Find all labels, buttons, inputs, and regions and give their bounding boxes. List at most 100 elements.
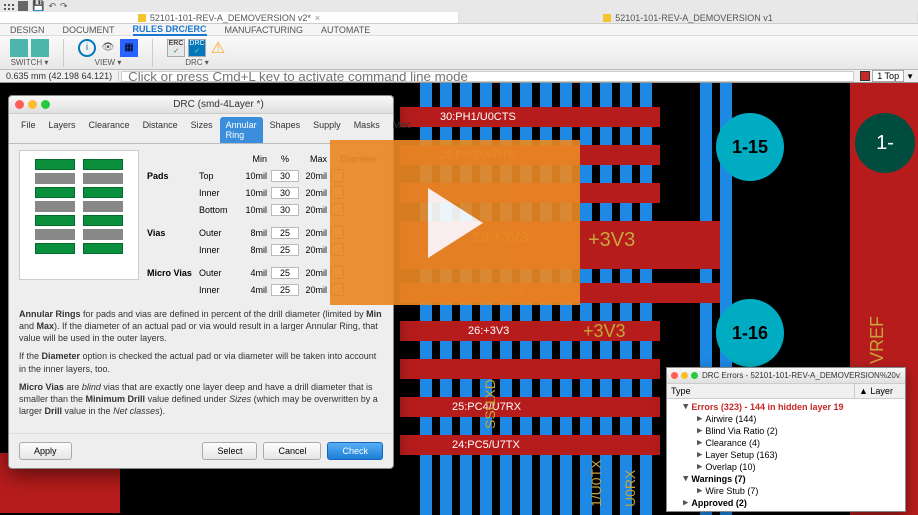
warn-icon[interactable]: ⚠ — [209, 39, 227, 57]
switch-label[interactable]: SWITCH ▾ — [11, 58, 49, 67]
switch-icon-2[interactable] — [31, 39, 49, 57]
tree-layersetup[interactable]: ▶Layer Setup (163) — [671, 449, 901, 461]
close-icon[interactable] — [671, 372, 678, 379]
via-label: 1-15 — [732, 137, 768, 158]
min-field[interactable]: 4mil — [239, 285, 271, 295]
doc-icon — [603, 14, 611, 22]
tree-clearance[interactable]: ▶Clearance (4) — [671, 437, 901, 449]
net-label: 24:PC5/U7TX — [452, 439, 520, 451]
col-layer[interactable]: ▲ Layer — [855, 384, 905, 398]
min-field[interactable]: 4mil — [239, 268, 271, 278]
eye-icon[interactable]: 👁 — [99, 39, 117, 57]
select-button[interactable]: Select — [202, 442, 257, 460]
min-field[interactable]: 10mil — [239, 205, 271, 215]
coordinates: 0.635 mm (42.198 64.121) — [0, 71, 119, 81]
max-field[interactable]: 20mil — [299, 285, 331, 295]
max-field[interactable]: 20mil — [299, 205, 331, 215]
pct-field[interactable] — [271, 204, 299, 216]
view-label[interactable]: VIEW ▾ — [95, 58, 122, 67]
switch-icon-1[interactable] — [10, 39, 28, 57]
net-label: VREF — [867, 316, 888, 364]
net-label: SSI1XD — [482, 379, 498, 429]
ribbon-tab-document[interactable]: DOCUMENT — [63, 25, 115, 35]
min-field[interactable]: 8mil — [239, 245, 271, 255]
drc-tab-layers[interactable]: Layers — [43, 117, 82, 143]
pct-field[interactable] — [271, 284, 299, 296]
pct-field[interactable] — [271, 187, 299, 199]
net-label: +3V3 — [583, 321, 626, 342]
tree-warnings[interactable]: ▼Warnings (7) — [671, 473, 901, 485]
layer-swatch[interactable] — [860, 71, 870, 81]
pct-field[interactable] — [271, 170, 299, 182]
minimize-icon[interactable] — [28, 100, 37, 109]
play-icon — [428, 188, 483, 258]
tree-errors[interactable]: ▼Errors (323) - 144 in hidden layer 19 — [671, 401, 901, 413]
tool-icon[interactable] — [18, 1, 28, 11]
command-line[interactable] — [121, 71, 854, 82]
apply-button[interactable]: Apply — [19, 442, 72, 460]
drc-tab-shapes[interactable]: Shapes — [264, 117, 307, 143]
play-button[interactable] — [330, 140, 580, 305]
tree-airwire[interactable]: ▶Airwire (144) — [671, 413, 901, 425]
col-type[interactable]: Type — [667, 384, 855, 398]
dialog-title: DRC (smd-4Layer *) — [50, 99, 387, 110]
chevron-down-icon[interactable]: ▼ — [906, 72, 914, 81]
errors-panel: DRC Errors - 52101-101-REV-A_DEMOVERSION… — [666, 367, 906, 512]
close-icon[interactable] — [15, 100, 24, 109]
ribbon-tab-manufacturing[interactable]: MANUFACTURING — [225, 25, 304, 35]
drc-tab-distance[interactable]: Distance — [137, 117, 184, 143]
max-field[interactable]: 20mil — [299, 268, 331, 278]
min-field[interactable]: 10mil — [239, 188, 271, 198]
drc-tab-file[interactable]: File — [15, 117, 42, 143]
pct-field[interactable] — [271, 267, 299, 279]
min-field[interactable]: 8mil — [239, 228, 271, 238]
min-field[interactable]: 10mil — [239, 171, 271, 181]
drc-tab-annular[interactable]: Annular Ring — [220, 117, 263, 143]
net-label: 1/U0TX — [588, 460, 604, 507]
annular-diagram — [19, 150, 139, 280]
check-button[interactable]: Check — [327, 442, 383, 460]
net-label: +3V3 — [588, 229, 635, 252]
via-label: 1- — [876, 132, 894, 155]
doc-tab-label: 52101-101-REV-A_DEMOVERSION v2* — [150, 13, 311, 23]
tree-blind[interactable]: ▶Blind Via Ratio (2) — [671, 425, 901, 437]
pct-field[interactable] — [271, 244, 299, 256]
layer-select[interactable]: 1 Top — [872, 70, 904, 82]
ribbon-tab-automate[interactable]: AUTOMATE — [321, 25, 370, 35]
redo-icon[interactable]: ↷ — [60, 1, 68, 12]
panel-title: DRC Errors - 52101-101-REV-A_DEMOVERSION… — [702, 371, 901, 380]
tree-overlap[interactable]: ▶Overlap (10) — [671, 461, 901, 473]
drc-label[interactable]: DRC ▾ — [185, 58, 209, 67]
max-field[interactable]: 20mil — [299, 228, 331, 238]
tree-wirestub[interactable]: ▶Wire Stub (7) — [671, 485, 901, 497]
drc-icon[interactable]: DRC✓ — [188, 39, 206, 57]
drc-tab-clearance[interactable]: Clearance — [83, 117, 136, 143]
erc-icon[interactable]: ERC✓ — [167, 39, 185, 57]
cancel-button[interactable]: Cancel — [263, 442, 321, 460]
tree-approved[interactable]: ▶Approved (2) — [671, 497, 901, 509]
close-icon[interactable]: × — [315, 13, 320, 23]
max-field[interactable]: 20mil — [299, 245, 331, 255]
save-icon[interactable]: 💾 — [32, 1, 44, 12]
via-label: 1-16 — [732, 323, 768, 344]
minimize-icon[interactable] — [681, 372, 688, 379]
app-menu-icon[interactable] — [4, 1, 14, 11]
pct-field[interactable] — [271, 227, 299, 239]
drc-tab-sizes[interactable]: Sizes — [185, 117, 219, 143]
net-label: 30:PH1/U0CTS — [440, 111, 516, 123]
net-label: U0RX — [622, 470, 638, 507]
doc-tab-1[interactable]: 52101-101-REV-A_DEMOVERSION v2* × — [0, 12, 459, 23]
info-icon[interactable]: i — [78, 39, 96, 57]
grid-icon[interactable]: ▦ — [120, 39, 138, 57]
drc-description: Annular Rings for pads and vias are defi… — [19, 308, 383, 417]
maximize-icon[interactable] — [41, 100, 50, 109]
ribbon-tab-rules[interactable]: RULES DRC/ERC — [133, 24, 207, 36]
undo-icon[interactable]: ↶ — [48, 1, 56, 12]
max-field[interactable]: 20mil — [299, 171, 331, 181]
doc-tab-2[interactable]: 52101-101-REV-A_DEMOVERSION v1 — [459, 12, 918, 23]
maximize-icon[interactable] — [691, 372, 698, 379]
ribbon-tab-design[interactable]: DESIGN — [10, 25, 45, 35]
doc-tab-label: 52101-101-REV-A_DEMOVERSION v1 — [615, 13, 773, 23]
doc-icon — [138, 14, 146, 22]
max-field[interactable]: 20mil — [299, 188, 331, 198]
